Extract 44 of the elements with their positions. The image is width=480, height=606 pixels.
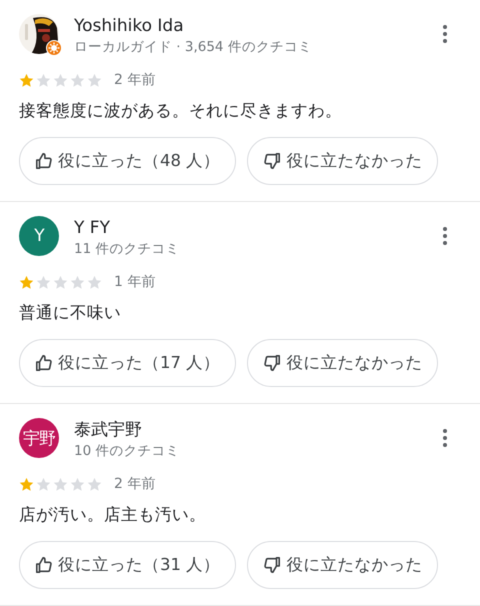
reviewer-name: Y FY	[74, 217, 111, 239]
thumbs-down-icon	[263, 152, 282, 170]
thumbs-up-icon	[35, 556, 53, 574]
star-icon	[53, 72, 68, 88]
star-icon	[87, 72, 102, 88]
star-icon	[36, 274, 51, 290]
more-options-icon[interactable]	[442, 24, 448, 44]
thumbs-up-icon	[35, 354, 53, 372]
star-icon	[53, 274, 68, 290]
avatar: 宇野	[19, 418, 59, 458]
star-icon	[19, 72, 34, 88]
star-icon	[19, 476, 34, 492]
star-icon	[70, 274, 85, 290]
reviewer-info: 10 件のクチコミ	[74, 442, 180, 461]
more-options-icon[interactable]	[442, 226, 448, 246]
reviewer-name: 泰武宇野	[74, 419, 143, 441]
star-icon	[70, 476, 85, 492]
more-options-icon[interactable]	[442, 428, 448, 448]
not-helpful-button[interactable]: 役に立たなかった	[247, 339, 438, 387]
reviewer-name: Yoshihiko Ida	[74, 15, 185, 37]
helpful-button[interactable]: 役に立った（31 人）	[19, 541, 236, 589]
star-icon	[87, 274, 102, 290]
review-date: 2 年前	[114, 475, 156, 493]
star-icon	[19, 274, 34, 290]
reviewer-info: ローカルガイド · 3,654 件のクチコミ	[74, 38, 313, 57]
star-icon	[87, 476, 102, 492]
star-icon	[36, 72, 51, 88]
not-helpful-button[interactable]: 役に立たなかった	[247, 137, 438, 185]
not-helpful-button[interactable]: 役に立たなかった	[247, 541, 438, 589]
helpful-button[interactable]: 役に立った（48 人）	[19, 137, 236, 185]
review-text: 普通に不味い	[19, 302, 122, 324]
thumbs-down-icon	[263, 354, 282, 372]
reviewer-info: 11 件のクチコミ	[74, 240, 180, 259]
thumbs-down-icon	[263, 556, 282, 574]
review-date: 2 年前	[114, 71, 156, 89]
helpful-button[interactable]: 役に立った（17 人）	[19, 339, 236, 387]
avatar: Y	[19, 216, 59, 256]
review-text: 接客態度に波がある。それに尽きますわ。	[19, 100, 343, 122]
star-icon	[36, 476, 51, 492]
review-date: 1 年前	[114, 273, 156, 291]
star-icon	[70, 72, 85, 88]
review-text: 店が汚い。店主も汚い。	[19, 504, 207, 526]
star-icon	[53, 476, 68, 492]
thumbs-up-icon	[35, 152, 53, 170]
